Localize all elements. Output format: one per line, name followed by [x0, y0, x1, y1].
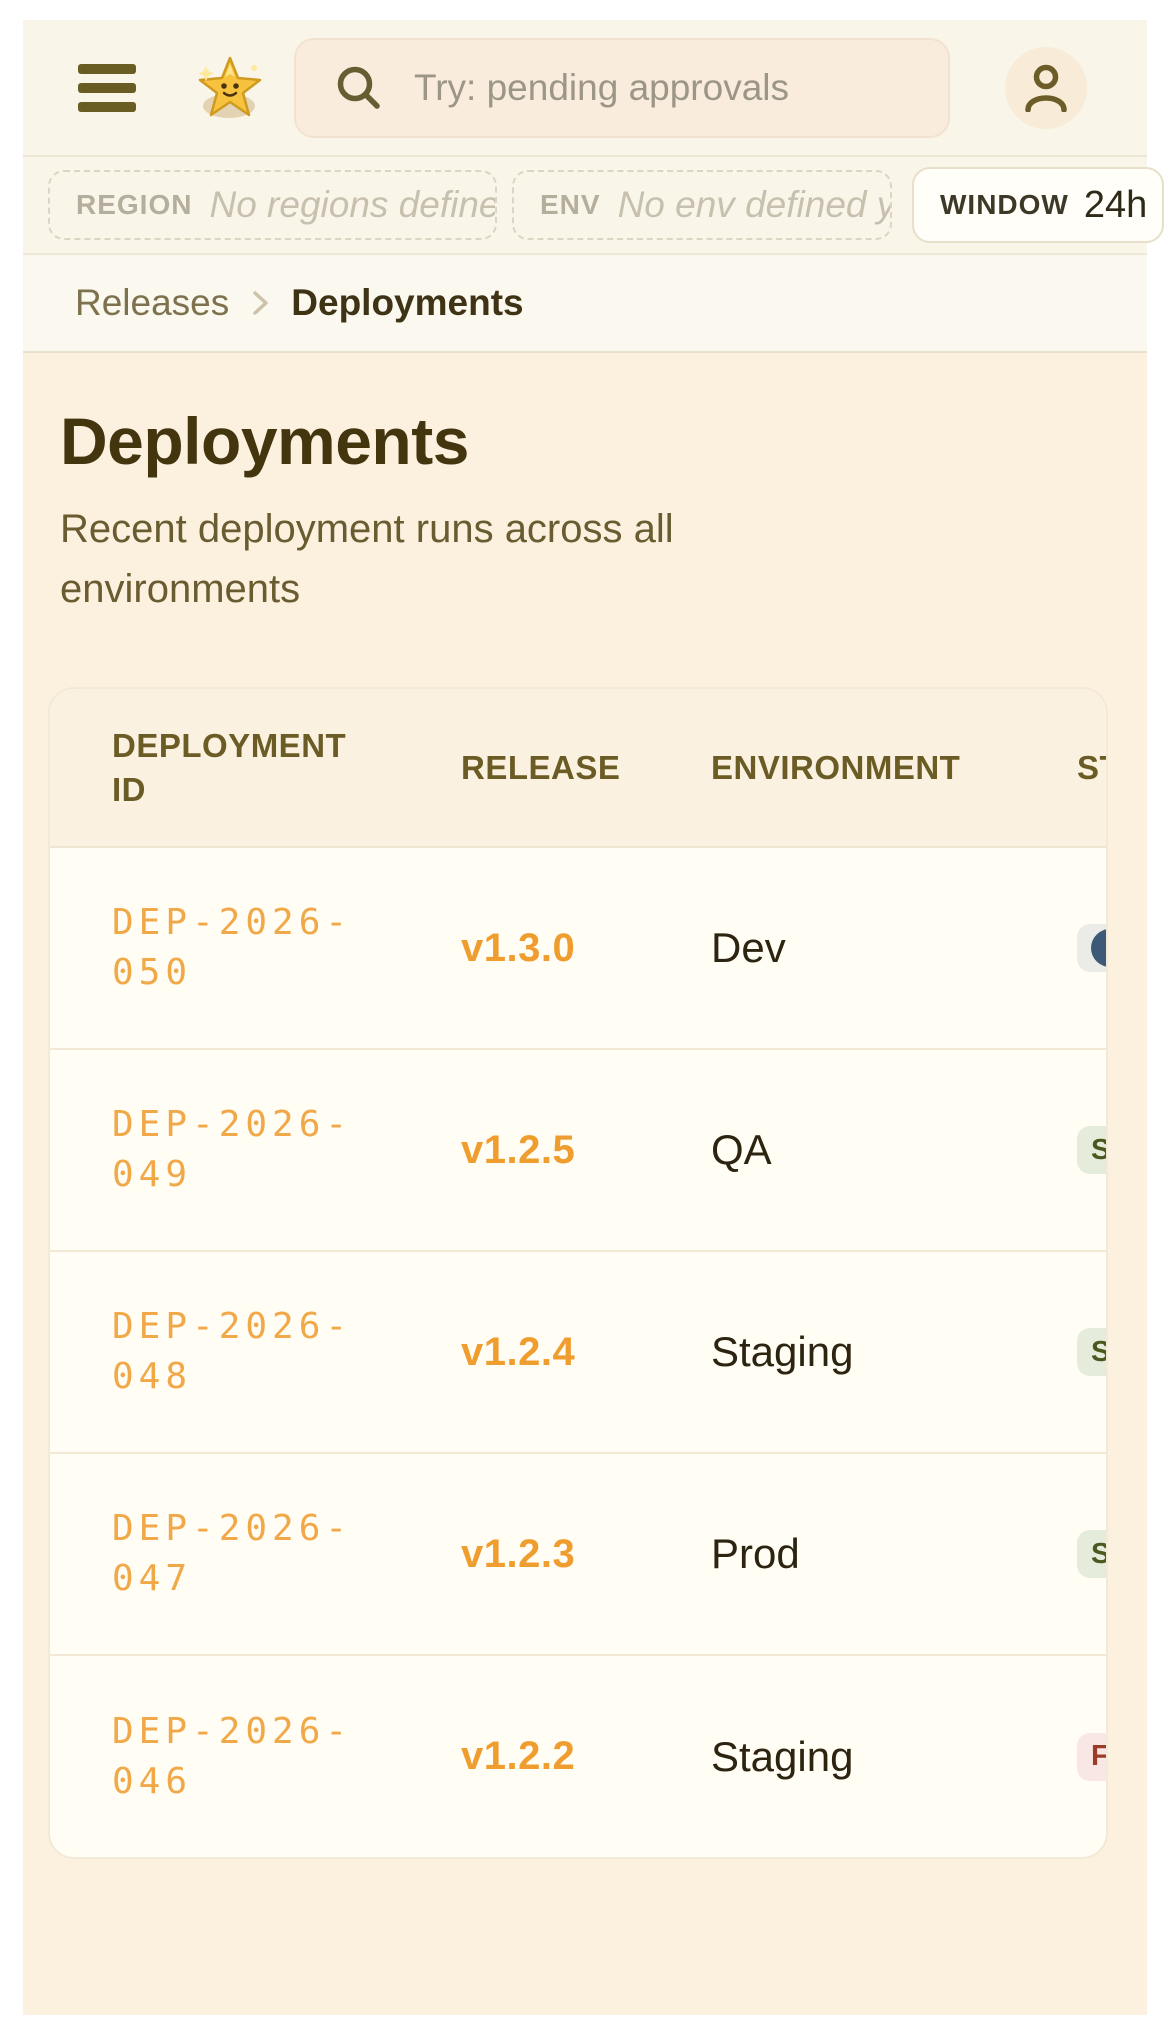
status-dot-icon — [1091, 929, 1108, 967]
search-input[interactable] — [414, 67, 948, 109]
release-value: v1.2.4 — [461, 1330, 575, 1374]
release-value: v1.2.2 — [461, 1734, 575, 1778]
table-row[interactable]: DEP-2026-047 v1.2.3 Prod Success — [50, 1453, 1108, 1655]
env-filter-value: No env defined yet — [618, 184, 892, 226]
column-header-deployment-id: Deployment ID — [50, 689, 399, 847]
person-icon — [1023, 64, 1069, 112]
search-icon — [334, 63, 384, 113]
environment-value: Staging — [711, 1328, 853, 1375]
page-subtitle: Recent deployment runs across all enviro… — [60, 499, 820, 619]
breadcrumb-current: Deployments — [291, 282, 523, 324]
region-filter-chip[interactable]: REGION No regions defined — [48, 170, 497, 240]
window-filter-label: WINDOW — [940, 189, 1069, 221]
release-value: v1.2.5 — [461, 1128, 575, 1172]
environment-value: Prod — [711, 1530, 800, 1577]
deployments-table-card[interactable]: Deployment ID Release Environment Status… — [48, 687, 1108, 1859]
deployment-id-link[interactable]: DEP-2026-046 — [112, 1707, 399, 1807]
hamburger-icon — [78, 83, 136, 93]
table-row[interactable]: DEP-2026-048 v1.2.4 Staging Success — [50, 1251, 1108, 1453]
env-filter-label: ENV — [540, 189, 601, 221]
table-row[interactable]: DEP-2026-046 v1.2.2 Staging Failed — [50, 1655, 1108, 1857]
status-label: Success — [1091, 1538, 1108, 1571]
main-content: Deployments Recent deployment runs acros… — [23, 353, 1147, 2015]
menu-button[interactable] — [78, 64, 136, 112]
filter-bar: REGION No regions defined ENV No env def… — [23, 157, 1147, 255]
release-value: v1.3.0 — [461, 926, 575, 970]
region-filter-label: REGION — [76, 189, 192, 221]
table-header-row: Deployment ID Release Environment Status — [50, 689, 1108, 847]
breadcrumb-link-releases[interactable]: Releases — [75, 282, 229, 324]
table-row[interactable]: DEP-2026-049 v1.2.5 QA Success — [50, 1049, 1108, 1251]
env-filter-chip[interactable]: ENV No env defined yet — [512, 170, 892, 240]
status-badge: Success — [1077, 1328, 1108, 1376]
status-label: Success — [1091, 1134, 1108, 1167]
status-badge: Running — [1077, 924, 1108, 972]
environment-value: Dev — [711, 924, 786, 971]
top-bar — [23, 20, 1147, 157]
status-badge: Failed — [1077, 1733, 1108, 1781]
environment-value: QA — [711, 1126, 772, 1173]
chevron-down-icon — [1159, 192, 1164, 218]
status-badge: Success — [1077, 1530, 1108, 1578]
deployment-id-link[interactable]: DEP-2026-047 — [112, 1504, 399, 1604]
column-header-release: Release — [399, 689, 649, 847]
deployment-id-link[interactable]: DEP-2026-048 — [112, 1302, 399, 1402]
column-header-environment: Environment — [649, 689, 1015, 847]
deployments-table: Deployment ID Release Environment Status… — [50, 689, 1108, 1857]
release-value: v1.2.3 — [461, 1532, 575, 1576]
status-label: Success — [1091, 1336, 1108, 1369]
column-header-status: Status — [1015, 689, 1108, 847]
chevron-right-icon — [247, 288, 273, 318]
environment-value: Staging — [711, 1733, 853, 1780]
page-title: Deployments — [60, 403, 1108, 479]
deployment-id-link[interactable]: DEP-2026-050 — [112, 898, 399, 998]
avatar-button[interactable] — [1005, 47, 1087, 129]
breadcrumb: Releases Deployments — [23, 255, 1147, 353]
status-label: Failed — [1091, 1740, 1108, 1773]
hamburger-icon — [78, 64, 136, 74]
search-field — [294, 38, 950, 138]
window-filter-value: 24h — [1084, 184, 1147, 227]
deployment-id-link[interactable]: DEP-2026-049 — [112, 1100, 399, 1200]
app-frame: REGION No regions defined ENV No env def… — [23, 20, 1147, 2015]
star-mascot-icon — [192, 50, 268, 126]
table-row[interactable]: DEP-2026-050 v1.3.0 Dev Running — [50, 847, 1108, 1049]
window-filter-dropdown[interactable]: WINDOW 24h — [912, 167, 1164, 243]
status-badge: Success — [1077, 1126, 1108, 1174]
region-filter-value: No regions defined — [209, 184, 497, 226]
hamburger-icon — [78, 102, 136, 112]
